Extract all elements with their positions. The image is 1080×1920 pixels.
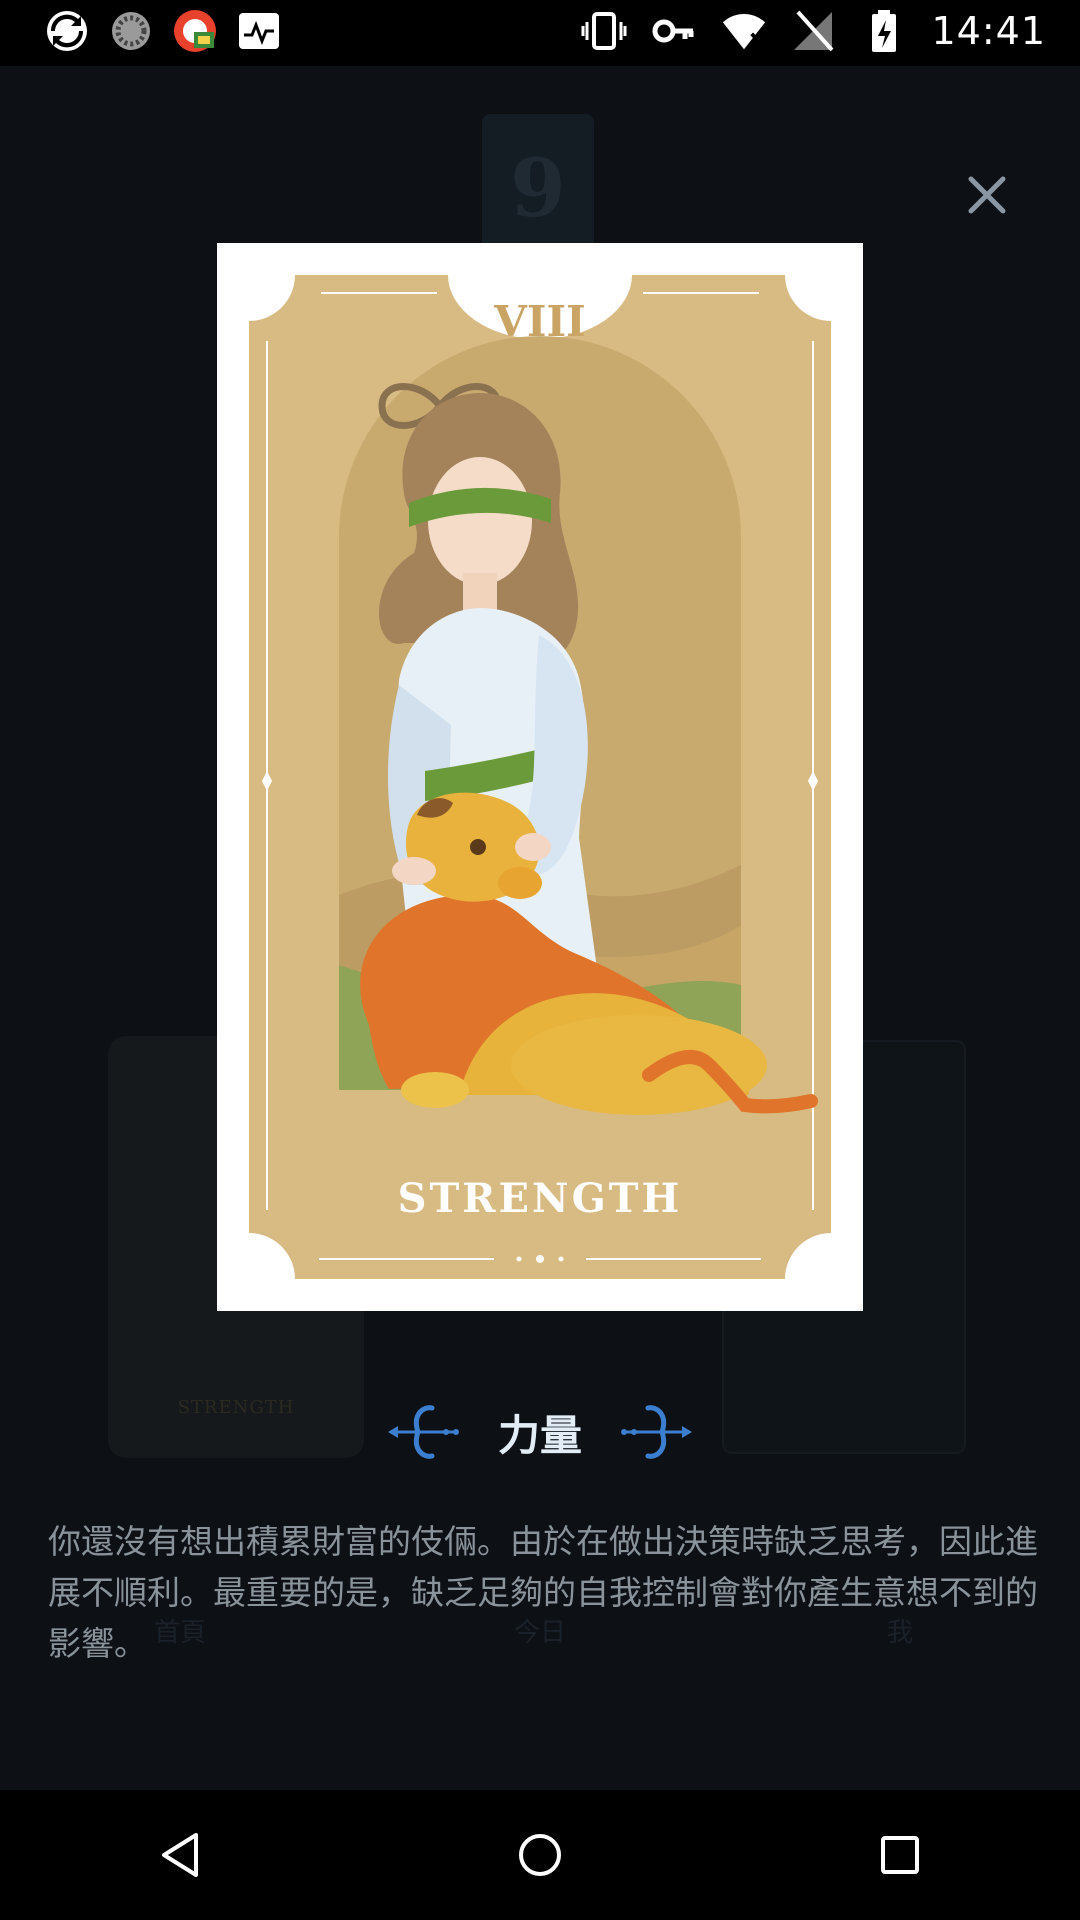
card-numeral: VIII xyxy=(494,297,586,346)
vibrate-icon xyxy=(581,8,627,54)
home-circle-icon xyxy=(519,1834,561,1876)
ornament-left-icon xyxy=(387,1405,459,1459)
card-title-row: 力量 xyxy=(0,1392,1080,1472)
recents-square-icon xyxy=(881,1836,919,1874)
system-nav-bar xyxy=(0,1790,1080,1920)
ornament-right-icon xyxy=(621,1405,692,1459)
loading-app-icon xyxy=(108,8,154,54)
tarot-card-face: VIII STRENGTH xyxy=(249,275,831,1279)
close-button[interactable] xyxy=(962,170,1012,220)
vpn-app-icon xyxy=(172,8,218,54)
close-icon xyxy=(968,176,1006,214)
home-button[interactable] xyxy=(500,1815,580,1895)
sync-app-icon xyxy=(44,8,90,54)
background-day-number: 9 xyxy=(482,114,594,262)
back-triangle-icon xyxy=(162,1833,198,1877)
wifi-off-icon xyxy=(721,8,767,54)
battery-charging-icon xyxy=(861,8,907,54)
key-icon xyxy=(651,8,697,54)
no-signal-icon xyxy=(791,8,837,54)
tarot-card[interactable]: VIII STRENGTH xyxy=(217,243,863,1311)
card-description: 你還沒有想出積累財富的伎倆。由於在做出決策時缺乏思考，因此進展不順利。最重要的是… xyxy=(48,1522,1038,1663)
card-title: 力量 xyxy=(497,1410,582,1460)
status-clock: 14:41 xyxy=(931,9,1046,53)
card-name: STRENGTH xyxy=(397,1175,683,1222)
recents-button[interactable] xyxy=(860,1815,940,1895)
strength-illustration xyxy=(249,275,831,1279)
activity-app-icon xyxy=(236,8,282,54)
back-button[interactable] xyxy=(140,1815,220,1895)
status-bar: 14:41 xyxy=(0,0,1080,66)
screen: 14:41 9 STRENGTH 首頁 今日 我 VIII STRENGTH 力… xyxy=(0,0,1080,1920)
